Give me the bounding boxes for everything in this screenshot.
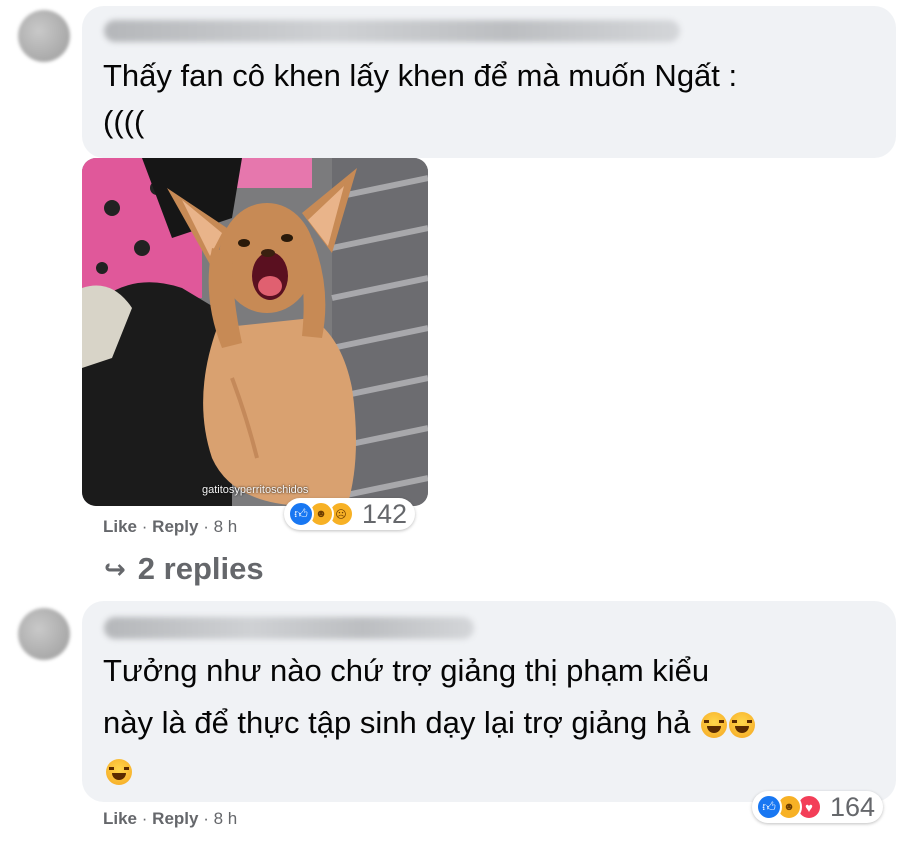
like-reaction-icon: 👍︎ [288, 501, 314, 527]
comment-2-author-name-redacted[interactable] [104, 617, 474, 639]
separator-dot: · [203, 517, 209, 536]
comment-1-author-name-redacted[interactable] [104, 20, 680, 42]
rofl-emoji-icon [701, 711, 728, 738]
comment-2-text-line-1: Tưởng như nào chứ trợ giảng thị phạm kiể… [103, 653, 710, 688]
separator-dot: · [141, 517, 148, 536]
comment-1-text-line-2: (((( [103, 104, 145, 139]
photo-watermark-caption: gatitosyperritoschidos [202, 484, 309, 496]
comment-2-text-line-2-content: này là để thực tập sinh dạy lại trợ giản… [103, 705, 691, 740]
separator-dot: · [203, 809, 209, 828]
comment-1-reply-link[interactable]: Reply [152, 517, 198, 536]
dog-photo-illustration [82, 158, 428, 506]
comment-1-timestamp[interactable]: 8 h [214, 517, 238, 536]
comment-2-text-line-2: này là để thực tập sinh dạy lại trợ giản… [103, 701, 756, 745]
rofl-emoji-icon [729, 711, 756, 738]
comment-2-reaction-count: 164 [830, 791, 876, 822]
comment-1-actions: Like · Reply · 8 h [103, 517, 237, 537]
comment-2-reactions[interactable]: 👍︎ ☻ ♥ 164 [752, 791, 884, 823]
separator-dot: · [141, 809, 148, 828]
comment-2-actions: Like · Reply · 8 h [103, 809, 237, 829]
comment-1-avatar[interactable] [18, 10, 70, 62]
reply-arrow-icon: ↪ [104, 553, 126, 584]
comment-2-like-link[interactable]: Like [103, 809, 137, 828]
replies-count-label: 2 replies [137, 551, 264, 586]
comment-2-timestamp[interactable]: 8 h [214, 809, 238, 828]
comment-1-bubble: Thấy fan cô khen lấy khen để mà muốn Ngấ… [82, 6, 896, 158]
comment-1-reactions[interactable]: 👍︎ ☻ ☹ 142 [284, 498, 416, 530]
like-reaction-icon: 👍︎ [756, 794, 782, 820]
comment-2-bubble: Tưởng như nào chứ trợ giảng thị phạm kiể… [82, 601, 896, 802]
comment-1-text-line-1: Thấy fan cô khen lấy khen để mà muốn Ngấ… [103, 58, 738, 93]
comment-1-reaction-count: 142 [362, 498, 408, 529]
comment-2-reply-link[interactable]: Reply [152, 809, 198, 828]
comment-1-photo[interactable]: gatitosyperritoschidos [82, 158, 428, 506]
comment-1-like-link[interactable]: Like [103, 517, 137, 536]
view-replies-link[interactable]: ↪ 2 replies [104, 551, 264, 587]
comment-2-avatar[interactable] [18, 608, 70, 660]
rofl-emoji-icon [106, 759, 132, 785]
